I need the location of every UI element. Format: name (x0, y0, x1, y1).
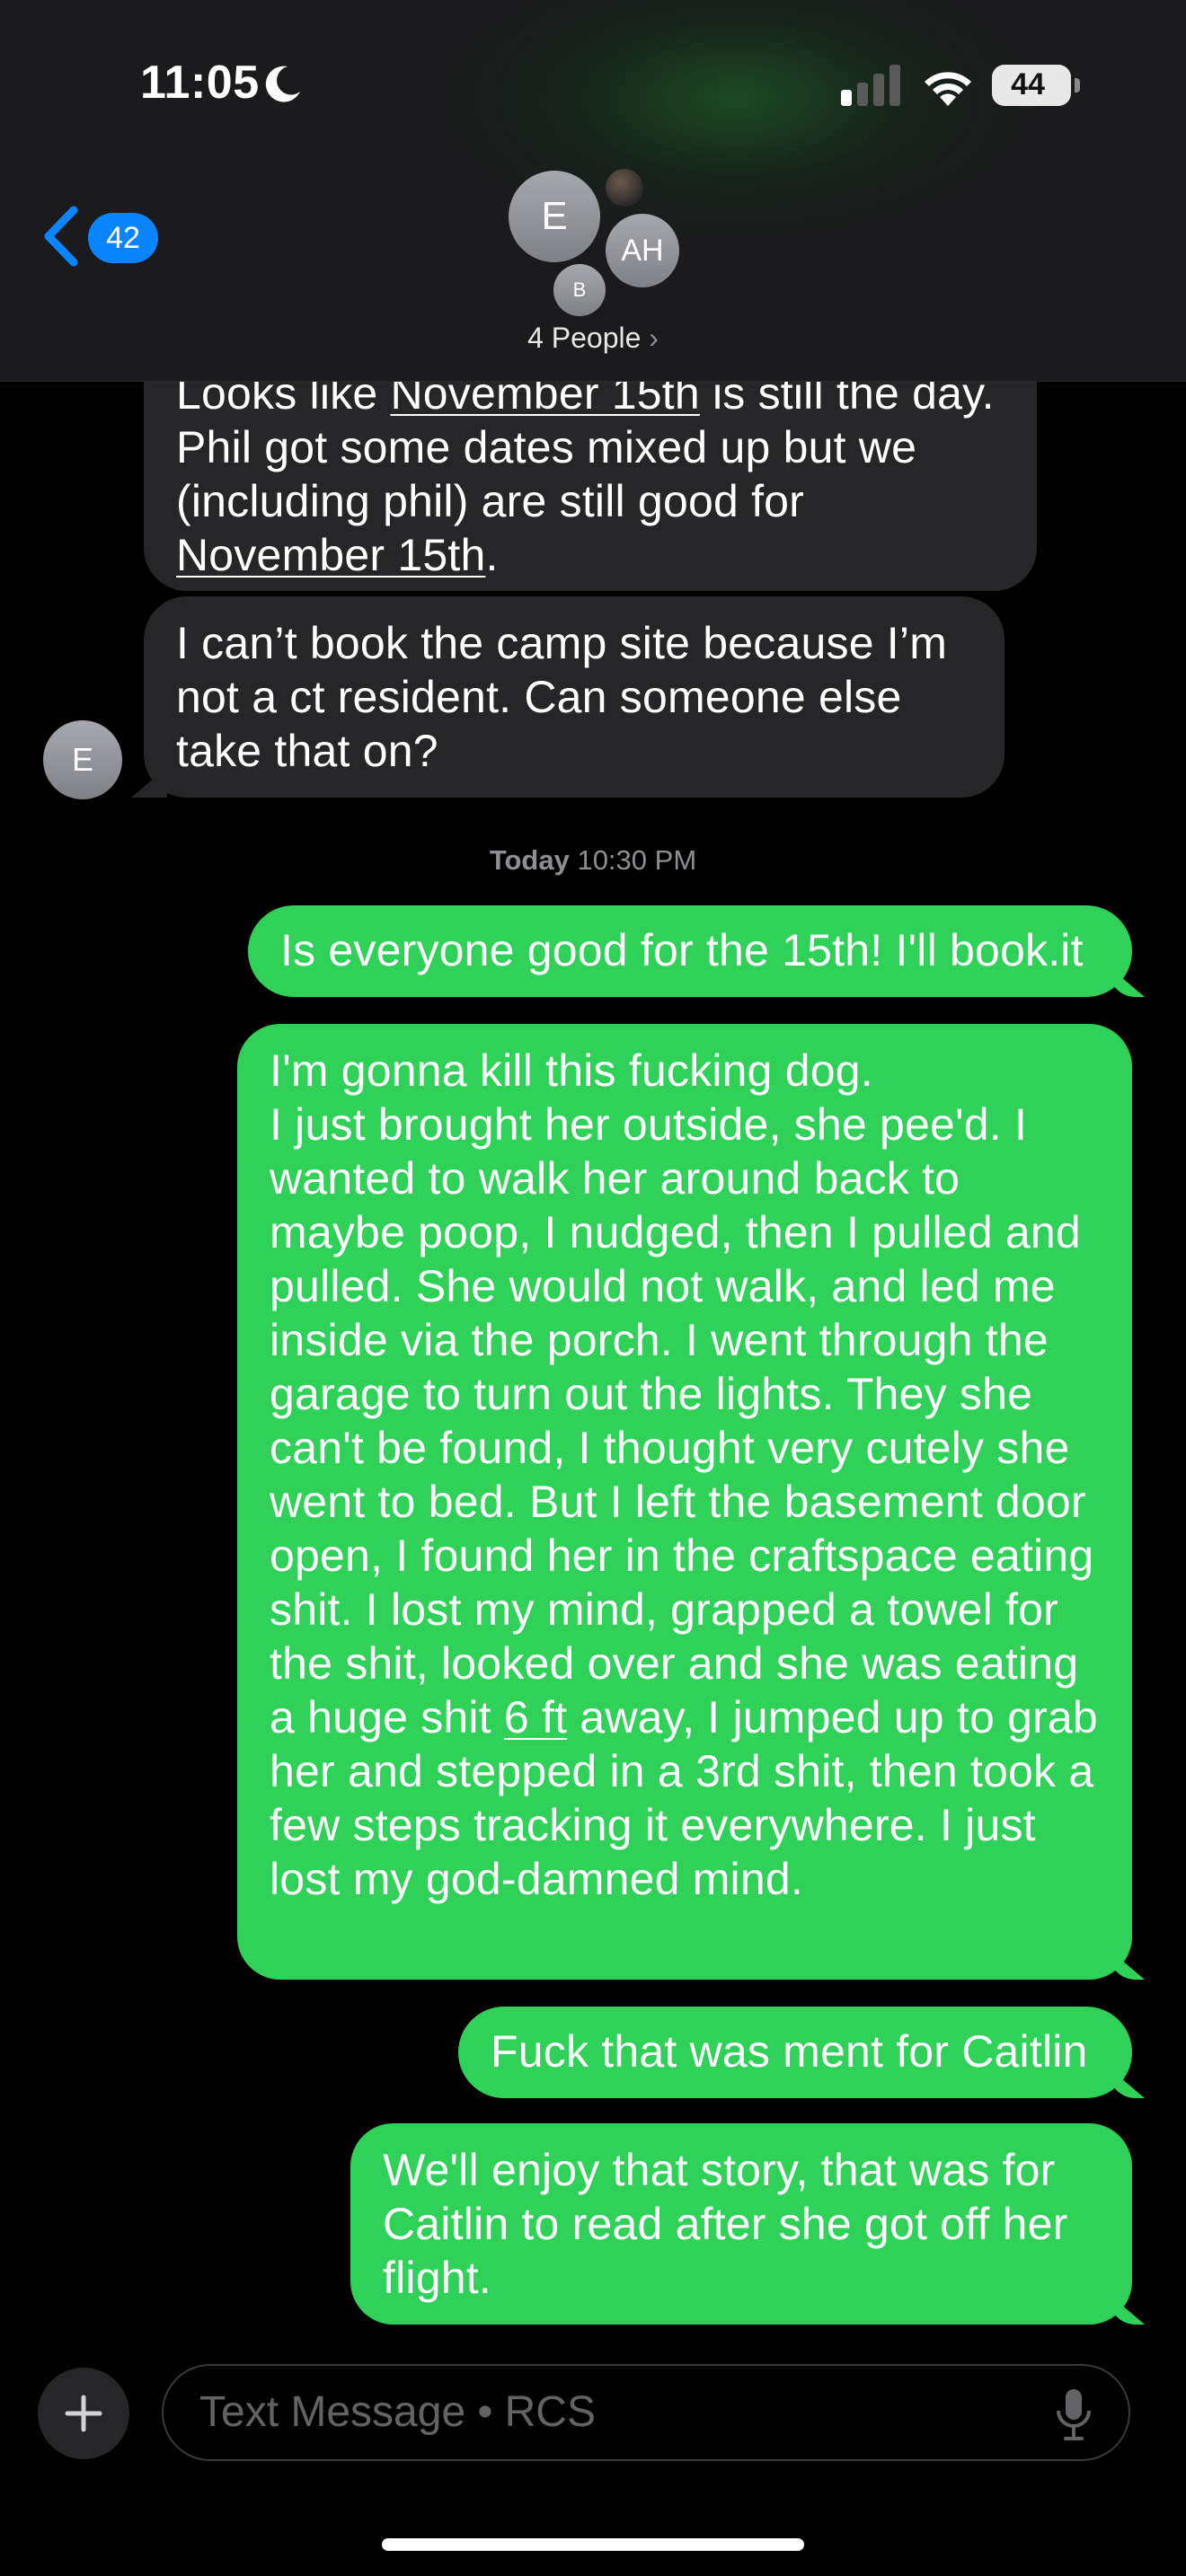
avatar-initial: E (541, 194, 568, 238)
plus-icon (65, 2395, 102, 2432)
group-info-button[interactable]: 4 People › (0, 322, 1186, 355)
message-bubble-outgoing[interactable]: Fuck that was ment for Caitlin (458, 2007, 1132, 2098)
message-text: Fuck that was ment for Caitlin (491, 2026, 1088, 2077)
message-input-placeholder: Text Message • RCS (199, 2388, 596, 2436)
focus-moon-icon (265, 66, 300, 102)
group-avatar-third[interactable]: B (553, 264, 606, 316)
add-attachment-button[interactable] (38, 2368, 129, 2459)
sender-avatar[interactable]: E (43, 720, 122, 799)
message-text: We'll enjoy that story, that was for Cai… (383, 2145, 1068, 2303)
avatar-initial: B (572, 278, 587, 301)
message-text: I can’t book the camp site because I’m n… (176, 618, 948, 776)
timestamp-time: 10:30 PM (577, 844, 697, 876)
group-avatar-main[interactable]: E (509, 171, 600, 262)
back-chevron-icon[interactable] (40, 205, 84, 268)
message-input[interactable]: Text Message • RCS (162, 2364, 1130, 2461)
message-text-line: I'm gonna kill this fucking dog. (270, 1045, 873, 1096)
message-thread: Looks like November 15th is still the da… (0, 0, 1186, 2576)
home-indicator[interactable] (382, 2538, 804, 2551)
group-avatar-photo (606, 169, 643, 207)
message-text: Is everyone good for the 15th! I'll book… (280, 925, 1084, 975)
avatar-initial: E (71, 741, 93, 778)
group-avatar-second[interactable]: AH (606, 214, 679, 287)
message-text: . (485, 530, 499, 580)
measurement-link[interactable]: 6 ft (504, 1692, 567, 1742)
wifi-icon (925, 72, 971, 106)
conversation-header: 11:05 44 42 E AH B 4 People › (0, 0, 1186, 382)
timestamp: Today 10:30 PM (0, 844, 1186, 877)
message-bubble-outgoing[interactable]: We'll enjoy that story, that was for Cai… (350, 2123, 1132, 2325)
cellular-signal-icon (841, 65, 900, 106)
microphone-icon[interactable] (1055, 2387, 1093, 2441)
message-bubble-incoming[interactable]: I can’t book the camp site because I’m n… (144, 596, 1005, 798)
battery-level: 44 (1011, 67, 1045, 101)
chevron-right-icon: › (649, 322, 659, 354)
battery-icon: 44 (992, 65, 1080, 106)
date-link[interactable]: November 15th (176, 530, 485, 580)
message-bubble-outgoing[interactable]: Is everyone good for the 15th! I'll book… (248, 905, 1132, 997)
people-count-label: 4 People (527, 322, 642, 354)
timestamp-day: Today (489, 844, 570, 876)
avatar-initial: AH (621, 233, 664, 268)
status-time: 11:05 (140, 57, 260, 109)
message-bubble-outgoing[interactable]: I'm gonna kill this fucking dog. I just … (237, 1024, 1132, 1980)
unread-count-badge[interactable]: 42 (88, 213, 158, 263)
message-text: I just brought her outside, she pee'd. I… (270, 1099, 1094, 1742)
